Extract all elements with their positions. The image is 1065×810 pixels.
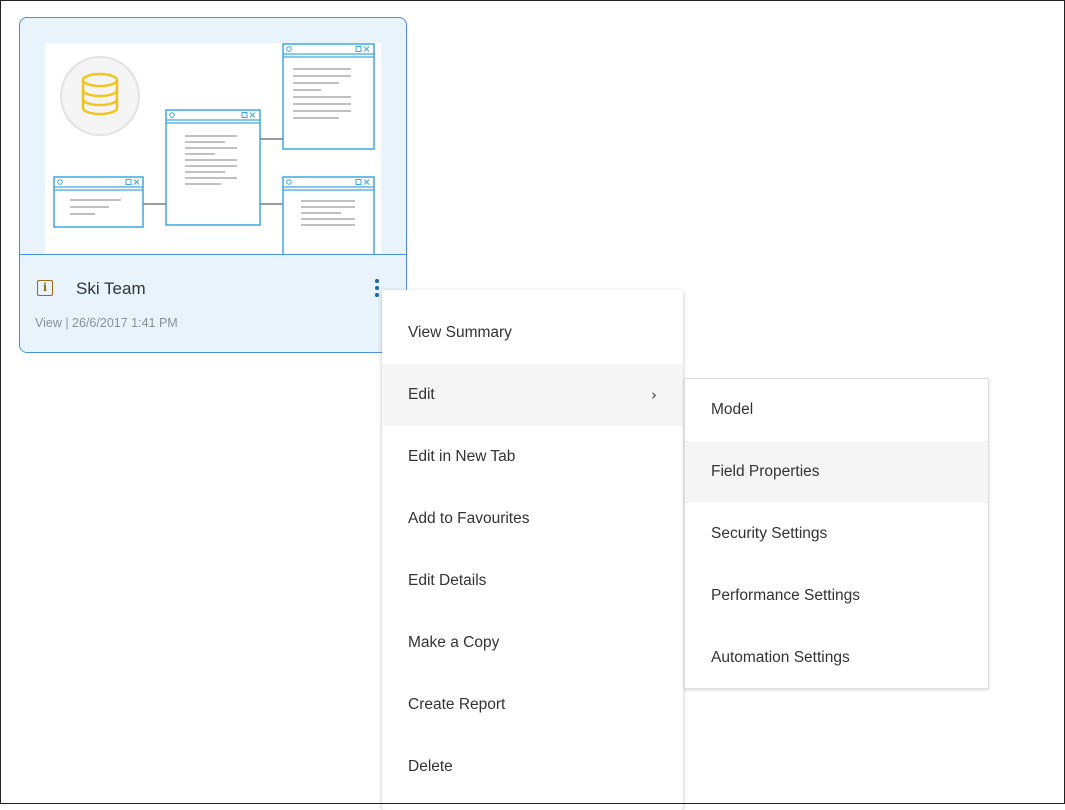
card-meta: View | 26/6/2017 1:41 PM	[35, 316, 178, 330]
card-divider	[20, 254, 406, 255]
menu-item-edit-details[interactable]: Edit Details	[382, 550, 683, 612]
menu-item-label: Edit in New Tab	[408, 448, 516, 465]
menu-item-label: View Summary	[408, 324, 512, 341]
menu-item-label: Edit	[408, 386, 435, 403]
submenu-item-field-properties[interactable]: Field Properties	[685, 441, 988, 503]
submenu-item-label: Automation Settings	[711, 649, 850, 666]
submenu-item-label: Security Settings	[711, 525, 828, 542]
menu-item-label: Add to Favourites	[408, 510, 530, 527]
menu-item-make-a-copy[interactable]: Make a Copy	[382, 612, 683, 674]
chevron-right-icon: ›	[651, 386, 657, 404]
menu-item-label: Edit Details	[408, 572, 487, 589]
info-icon[interactable]: i	[37, 280, 53, 296]
submenu-item-automation-settings[interactable]: Automation Settings	[685, 627, 988, 689]
submenu-item-label: Performance Settings	[711, 587, 861, 604]
schema-diagram	[53, 43, 375, 254]
submenu-item-label: Model	[711, 401, 754, 418]
menu-item-label: Delete	[408, 758, 453, 775]
database-icon	[60, 56, 140, 136]
model-card[interactable]: i Ski Team View | 26/6/2017 1:41 PM	[19, 17, 407, 353]
card-title[interactable]: Ski Team	[76, 279, 146, 299]
menu-item-create-report[interactable]: Create Report	[382, 674, 683, 736]
submenu-item-performance-settings[interactable]: Performance Settings	[685, 565, 988, 627]
menu-item-edit[interactable]: Edit ›	[382, 364, 683, 426]
menu-item-view-summary[interactable]: View Summary	[382, 302, 683, 364]
submenu-item-security-settings[interactable]: Security Settings	[685, 503, 988, 565]
submenu-item-label: Field Properties	[711, 463, 820, 480]
menu-item-label: Create Report	[408, 696, 506, 713]
menu-item-edit-in-new-tab[interactable]: Edit in New Tab	[382, 426, 683, 488]
menu-item-add-to-favourites[interactable]: Add to Favourites	[382, 488, 683, 550]
model-thumbnail	[45, 43, 381, 254]
menu-item-label: Make a Copy	[408, 634, 500, 651]
edit-submenu: Model Field Properties Security Settings…	[684, 378, 989, 689]
menu-item-delete[interactable]: Delete	[382, 736, 683, 798]
context-menu: View Summary Edit › Edit in New Tab Add t…	[382, 290, 683, 810]
submenu-item-model[interactable]: Model	[685, 379, 988, 441]
